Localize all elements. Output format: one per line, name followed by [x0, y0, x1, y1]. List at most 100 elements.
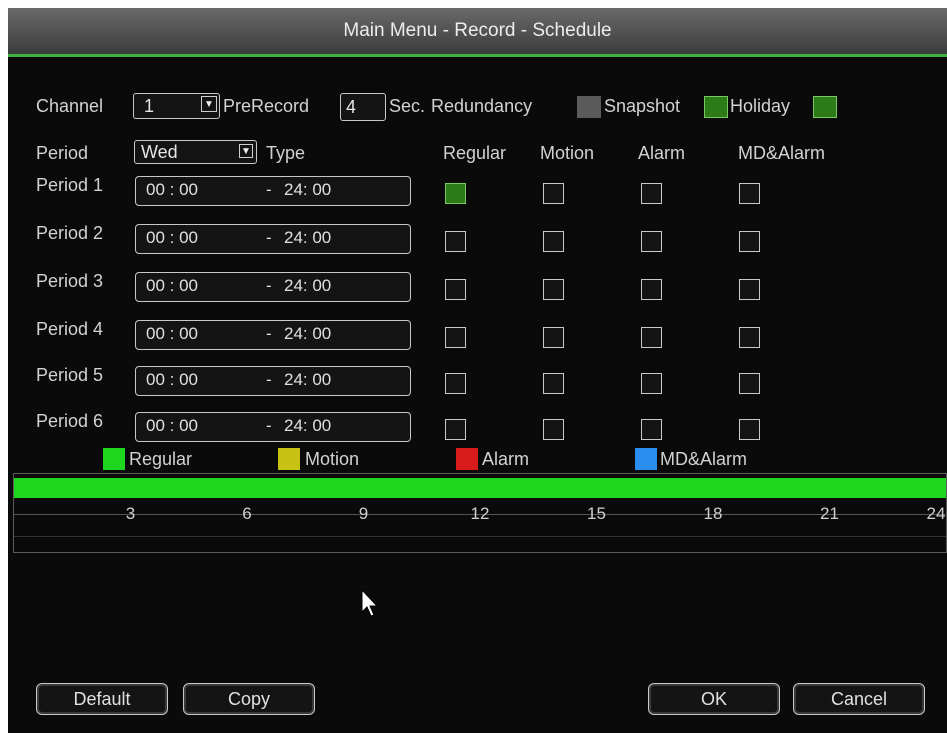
period-3-label: Period 3 [36, 271, 104, 291]
period-3-regular-checkbox[interactable] [445, 279, 466, 300]
period-1-end: 24: 00 [284, 180, 332, 199]
snapshot-label: Snapshot [604, 96, 681, 116]
prerecord-label: PreRecord [223, 96, 310, 116]
period-1-label: Period 1 [36, 175, 104, 195]
period-2-md-alarm-checkbox[interactable] [739, 231, 760, 252]
legend-alarm-swatch [456, 448, 478, 470]
column-header-regular: Regular [443, 143, 507, 163]
prerecord-unit: Sec. [389, 96, 426, 116]
timeline-regular-bar [14, 478, 946, 498]
default-button[interactable]: Default [36, 683, 168, 715]
time-separator: - [266, 180, 272, 199]
period-6-label: Period 6 [36, 411, 104, 431]
period-2-end: 24: 00 [284, 228, 332, 247]
legend-motion-swatch [278, 448, 300, 470]
ok-button[interactable]: OK [648, 683, 780, 715]
mouse-cursor-icon [361, 588, 379, 617]
redundancy-checkbox[interactable] [577, 96, 601, 118]
column-header-md-alarm: MD&Alarm [738, 143, 826, 163]
legend-md-alarm-label: MD&Alarm [660, 449, 748, 469]
period-4-regular-checkbox[interactable] [445, 327, 466, 348]
holiday-checkbox[interactable] [813, 96, 837, 118]
period-4-md-alarm-checkbox[interactable] [739, 327, 760, 348]
period-6-time-range[interactable]: 00 : 00 - 24: 00 [135, 412, 411, 442]
prerecord-input[interactable]: 4 [340, 93, 386, 121]
time-separator: - [266, 228, 272, 247]
period-6-alarm-checkbox[interactable] [641, 419, 662, 440]
channel-dropdown[interactable]: 1 ▼ [133, 93, 220, 119]
period-6-regular-checkbox[interactable] [445, 419, 466, 440]
period-3-end: 24: 00 [284, 276, 332, 295]
period-3-motion-checkbox[interactable] [543, 279, 564, 300]
period-4-alarm-checkbox[interactable] [641, 327, 662, 348]
period-6-end: 24: 00 [284, 416, 332, 435]
period-2-alarm-checkbox[interactable] [641, 231, 662, 252]
period-1-motion-checkbox[interactable] [543, 183, 564, 204]
prerecord-value: 4 [346, 97, 357, 117]
type-label: Type [266, 143, 306, 163]
period-2-regular-checkbox[interactable] [445, 231, 466, 252]
period-5-time-range[interactable]: 00 : 00 - 24: 00 [135, 366, 411, 396]
redundancy-label: Redundancy [431, 96, 533, 116]
timeline-divider [14, 536, 946, 537]
channel-value: 1 [144, 96, 155, 116]
period-3-alarm-checkbox[interactable] [641, 279, 662, 300]
period-6-start: 00 : 00 [146, 416, 198, 435]
window-title: Main Menu - Record - Schedule [8, 8, 947, 57]
column-header-alarm: Alarm [638, 143, 686, 163]
legend-alarm-label: Alarm [482, 449, 530, 469]
period-5-start: 00 : 00 [146, 370, 198, 389]
period-1-time-range[interactable]: 00 : 00 - 24: 00 [135, 176, 411, 206]
period-5-end: 24: 00 [284, 370, 332, 389]
period-1-md-alarm-checkbox[interactable] [739, 183, 760, 204]
copy-button[interactable]: Copy [183, 683, 315, 715]
period-4-motion-checkbox[interactable] [543, 327, 564, 348]
period-2-time-range[interactable]: 00 : 00 - 24: 00 [135, 224, 411, 254]
legend-regular-swatch [103, 448, 125, 470]
holiday-label: Holiday [730, 96, 791, 116]
time-separator: - [266, 324, 272, 343]
period-6-md-alarm-checkbox[interactable] [739, 419, 760, 440]
legend-md-alarm-swatch [635, 448, 657, 470]
timeline-tick-24: 24 [926, 504, 946, 523]
legend-motion-label: Motion [305, 449, 360, 469]
period-day-dropdown[interactable]: Wed ▼ [134, 140, 257, 164]
period-5-alarm-checkbox[interactable] [641, 373, 662, 394]
timeline-tick-18: 18 [703, 504, 723, 523]
channel-label: Channel [36, 96, 104, 116]
timeline-tick-21: 21 [820, 504, 839, 523]
period-5-md-alarm-checkbox[interactable] [739, 373, 760, 394]
schedule-window: Main Menu - Record - Schedule Channel 1 … [8, 8, 947, 733]
timeline-tick-6: 6 [242, 504, 252, 523]
schedule-timeline[interactable]: 3 6 9 12 15 18 21 24 [13, 473, 947, 553]
period-day-value: Wed [141, 142, 178, 162]
cancel-button[interactable]: Cancel [793, 683, 925, 715]
period-4-label: Period 4 [36, 319, 104, 339]
timeline-tick-3: 3 [125, 504, 136, 523]
period-2-start: 00 : 00 [146, 228, 198, 247]
timeline-tick-9: 9 [358, 504, 369, 523]
period-5-motion-checkbox[interactable] [543, 373, 564, 394]
period-1-regular-checkbox[interactable] [445, 183, 466, 204]
period-4-end: 24: 00 [284, 324, 332, 343]
timeline-tick-12: 12 [470, 504, 490, 523]
time-separator: - [266, 370, 272, 389]
period-3-start: 00 : 00 [146, 276, 198, 295]
timeline-tick-15: 15 [587, 504, 606, 523]
period-1-alarm-checkbox[interactable] [641, 183, 662, 204]
period-3-time-range[interactable]: 00 : 00 - 24: 00 [135, 272, 411, 302]
chevron-down-icon: ▼ [201, 96, 217, 112]
period-6-motion-checkbox[interactable] [543, 419, 564, 440]
period-4-time-range[interactable]: 00 : 00 - 24: 00 [135, 320, 411, 350]
legend-regular-label: Regular [129, 449, 193, 469]
period-label: Period [36, 143, 89, 163]
period-5-regular-checkbox[interactable] [445, 373, 466, 394]
time-separator: - [266, 276, 272, 295]
snapshot-checkbox[interactable] [704, 96, 728, 118]
period-4-start: 00 : 00 [146, 324, 198, 343]
period-3-md-alarm-checkbox[interactable] [739, 279, 760, 300]
time-separator: - [266, 416, 272, 435]
period-2-motion-checkbox[interactable] [543, 231, 564, 252]
chevron-down-icon: ▼ [239, 144, 253, 158]
column-header-motion: Motion [540, 143, 595, 163]
